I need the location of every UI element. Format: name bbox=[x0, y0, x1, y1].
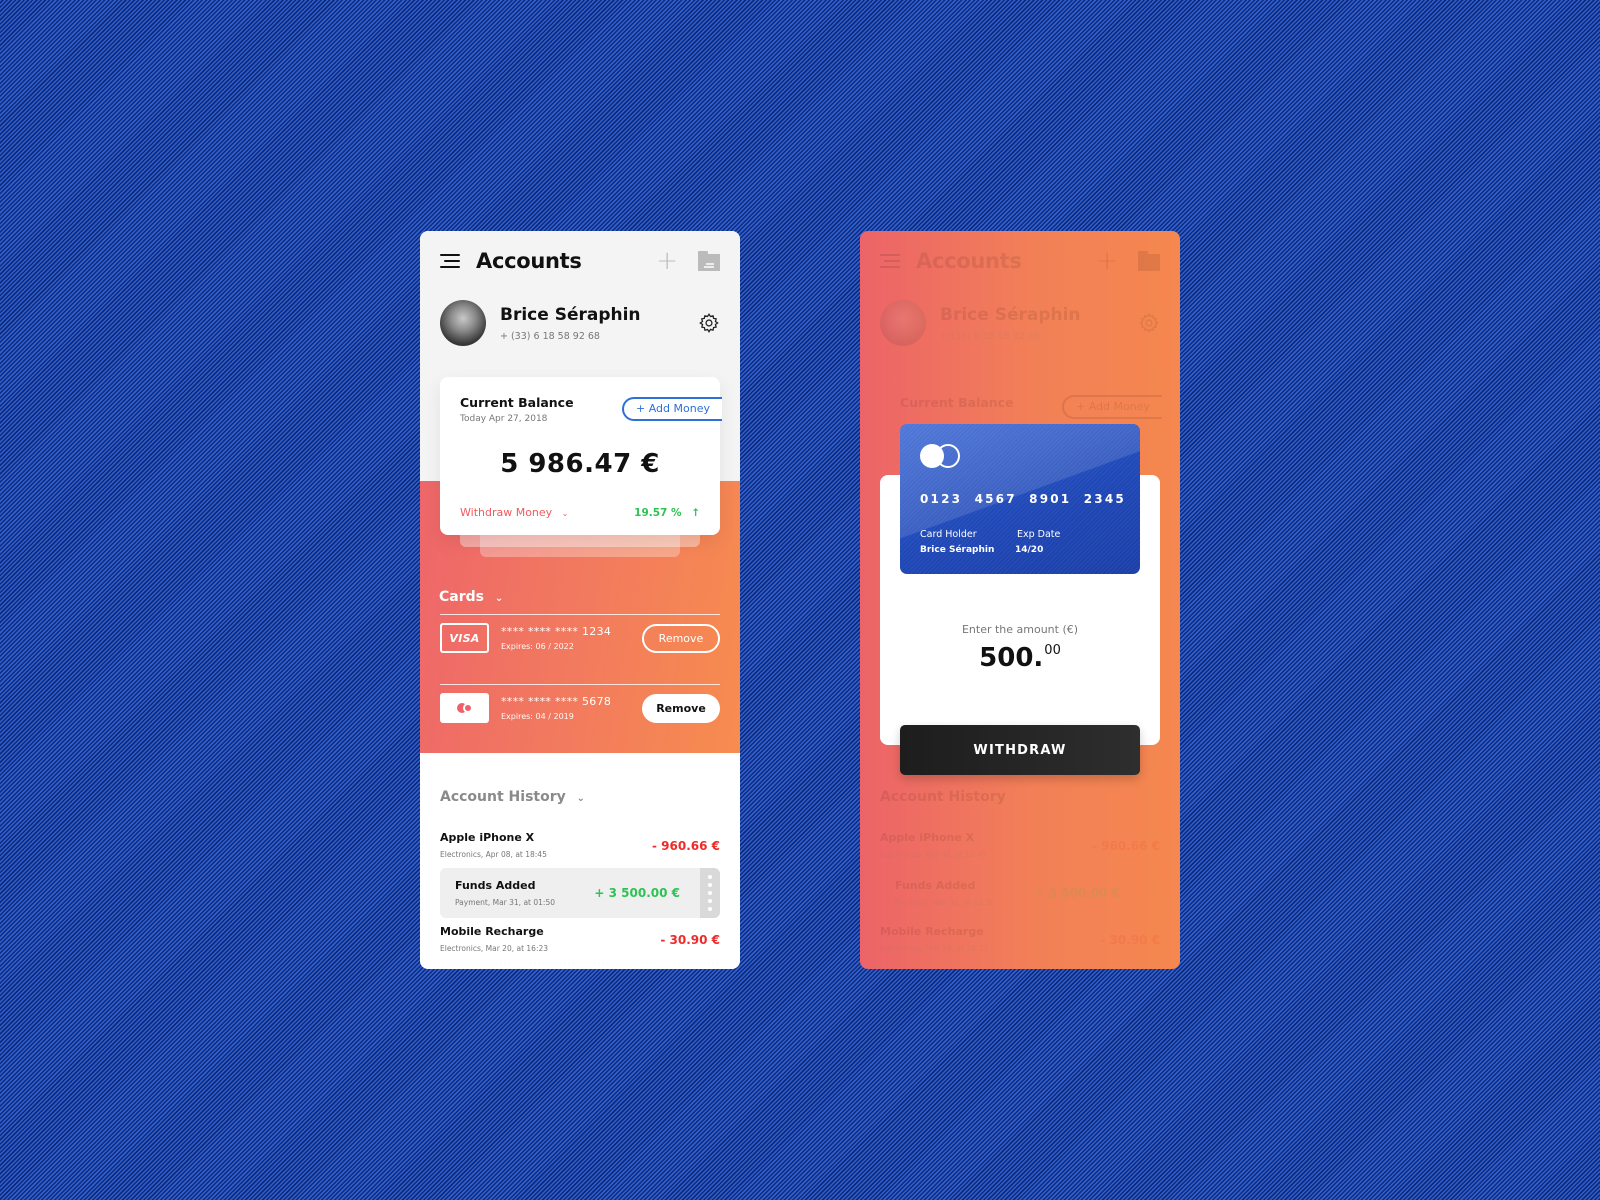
withdraw-money-button[interactable]: Withdraw Money ⌄ bbox=[460, 506, 568, 519]
chevron-down-icon: ⌄ bbox=[576, 793, 586, 804]
user-phone: + (33) 6 18 58 92 68 bbox=[500, 330, 600, 342]
balance-title: Current Balance bbox=[460, 395, 574, 410]
hamburger-menu-icon[interactable] bbox=[440, 253, 460, 269]
card-item: **** **** **** 5678 Expires: 04 / 2019 R… bbox=[440, 691, 720, 725]
user-profile: Brice Séraphin + (33) 6 18 58 92 68 bbox=[440, 299, 720, 347]
avatar[interactable] bbox=[440, 300, 486, 346]
gear-icon[interactable] bbox=[698, 312, 720, 334]
folder-icon bbox=[1138, 251, 1160, 271]
cards-section-toggle[interactable]: Cards ⌄ bbox=[439, 589, 503, 605]
card-holder-label: Card Holder bbox=[920, 529, 977, 540]
card-number: **** **** **** 5678 bbox=[501, 695, 612, 708]
card-number: 0123 4567 8901 2345 bbox=[920, 492, 1126, 506]
gear-icon bbox=[1139, 313, 1159, 333]
hamburger-menu-icon bbox=[880, 253, 900, 269]
card-expiry: Expires: 04 / 2019 bbox=[501, 712, 574, 721]
withdraw-button[interactable]: WITHDRAW bbox=[900, 725, 1140, 775]
history-item[interactable]: Mobile Recharge Electronics, Mar 20, at … bbox=[440, 925, 720, 965]
chevron-down-icon: ⌄ bbox=[561, 509, 569, 518]
more-options-icon[interactable] bbox=[700, 868, 720, 918]
plus-icon: + bbox=[1096, 246, 1118, 276]
folder-icon[interactable] bbox=[698, 251, 720, 271]
growth-indicator: 19.57 % ↑ bbox=[634, 507, 700, 519]
divider bbox=[440, 614, 720, 615]
add-money-button[interactable]: + Add Money bbox=[622, 397, 722, 421]
visa-logo-icon: VISA bbox=[440, 623, 489, 653]
balance-amount: 5 986.47 € bbox=[500, 449, 660, 479]
card-expiry: Expires: 06 / 2022 bbox=[501, 642, 574, 651]
exp-date-value: 14/20 bbox=[1015, 545, 1044, 555]
remove-card-button[interactable]: Remove bbox=[642, 623, 720, 653]
history-item[interactable]: Funds Added Payment, Mar 31, at 01:50 + … bbox=[440, 868, 720, 918]
mastercard-logo-icon bbox=[920, 444, 964, 468]
withdraw-screen: Accounts + Brice Séraphin + (33) 6 18 58… bbox=[860, 231, 1180, 969]
app-header: Accounts + bbox=[440, 245, 720, 277]
amount-input[interactable]: 500.00 bbox=[860, 643, 1180, 673]
balance-card: Current Balance Today Apr 27, 2018 + Add… bbox=[440, 377, 722, 535]
balance-date: Today Apr 27, 2018 bbox=[460, 414, 548, 424]
card-item: VISA **** **** **** 1234 Expires: 06 / 2… bbox=[440, 621, 720, 655]
card-holder-value: Brice Séraphin bbox=[920, 545, 995, 555]
plus-icon[interactable]: + bbox=[656, 248, 678, 274]
divider bbox=[440, 684, 720, 685]
arrow-up-icon: ↑ bbox=[691, 507, 700, 519]
chevron-down-icon: ⌄ bbox=[494, 593, 504, 604]
card-number: **** **** **** 1234 bbox=[501, 625, 612, 638]
bank-card[interactable]: 0123 4567 8901 2345 Card Holder Exp Date… bbox=[900, 424, 1140, 574]
mastercard-logo-icon bbox=[440, 693, 489, 723]
avatar bbox=[880, 300, 926, 346]
history-section-toggle[interactable]: Account History ⌄ bbox=[440, 789, 585, 805]
page-title: Accounts bbox=[476, 249, 582, 273]
user-name: Brice Séraphin bbox=[500, 304, 641, 325]
accounts-screen: Accounts + Brice Séraphin + (33) 6 18 58… bbox=[420, 231, 740, 969]
exp-date-label: Exp Date bbox=[1017, 529, 1061, 540]
history-item[interactable]: Apple iPhone X Electronics, Apr 08, at 1… bbox=[440, 831, 720, 871]
remove-card-button[interactable]: Remove bbox=[642, 693, 720, 723]
amount-label: Enter the amount (€) bbox=[961, 623, 1079, 636]
